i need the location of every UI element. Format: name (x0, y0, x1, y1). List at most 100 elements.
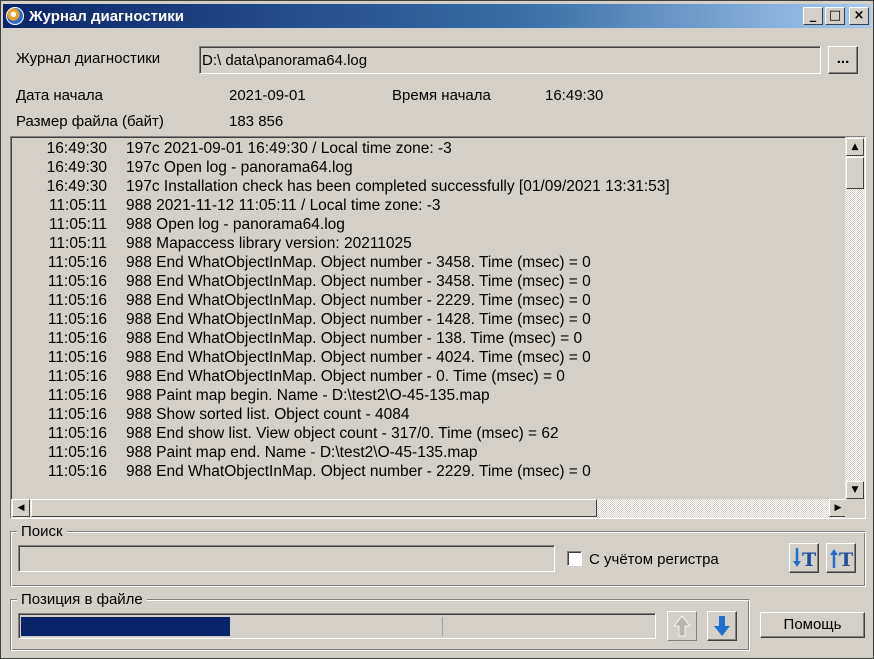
arrow-down-icon (714, 616, 730, 636)
start-time-value: 16:49:30 (545, 87, 604, 104)
log-row-time: 11:05:11 (48, 216, 107, 233)
log-row-message: 197c Installation check has been complet… (126, 178, 670, 195)
log-row-message: 988 End WhatObjectInMap. Object number -… (126, 311, 591, 328)
start-date-value: 2021-09-01 (229, 87, 306, 104)
title-bar[interactable]: Журнал диагностики _ □ × (3, 4, 871, 28)
log-row-time: 11:05:16 (47, 444, 107, 461)
diagnostics-log-window: Журнал диагностики _ □ × Журнал диагност… (0, 0, 874, 659)
file-position-fill (21, 617, 230, 636)
position-down-button[interactable] (707, 611, 737, 641)
log-row[interactable]: 16:49:30 197c 2021-09-01 16:49:30 / Local… (11, 139, 841, 158)
log-row[interactable]: 11:05:16 988 Show sorted list. Object cou… (11, 405, 841, 424)
scroll-up-icon[interactable]: ▲ (846, 138, 864, 156)
case-sensitive-checkbox[interactable] (567, 551, 582, 566)
search-group-title: Поиск (17, 523, 67, 540)
log-row[interactable]: 11:05:16 988 End WhatObjectInMap. Object … (11, 291, 841, 310)
log-row[interactable]: 11:05:11 988 2021-11-12 11:05:11 / Local … (11, 196, 841, 215)
log-row[interactable]: 11:05:16 988 End WhatObjectInMap. Object … (11, 253, 841, 272)
horizontal-scrollbar[interactable]: ◀ ▶ (11, 499, 847, 518)
log-row[interactable]: 11:05:16 988 End WhatObjectInMap. Object … (11, 310, 841, 329)
file-position-tick (442, 617, 443, 636)
log-row-message: 988 End WhatObjectInMap. Object number -… (126, 330, 583, 347)
position-up-button[interactable] (667, 611, 697, 641)
log-row-message: 988 Show sorted list. Object count - 408… (126, 406, 410, 423)
file-position-bar[interactable] (18, 613, 656, 639)
log-row-time: 11:05:16 (47, 463, 107, 480)
log-row[interactable]: 11:05:11 988 Open log - panorama64.log (11, 215, 841, 234)
log-path-label: Журнал диагностики (16, 50, 161, 67)
file-size-value: 183 856 (229, 113, 284, 130)
log-row-time: 11:05:11 (48, 197, 107, 214)
log-row-message: 197c 2021-09-01 16:49:30 / Local time zo… (126, 140, 452, 157)
log-row-time: 11:05:16 (47, 425, 107, 442)
log-row-time: 11:05:16 (47, 387, 107, 404)
log-row-message: 988 End WhatObjectInMap. Object number -… (126, 273, 591, 290)
svg-text:T: T (802, 549, 816, 571)
minimize-button[interactable]: _ (803, 7, 823, 25)
window-title: Журнал диагностики (29, 7, 184, 25)
log-row-message: 988 End WhatObjectInMap. Object number -… (126, 368, 565, 385)
log-list[interactable]: 16:49:30 197c 2021-09-01 16:49:30 / Local… (10, 136, 866, 519)
log-row-message: 988 2021-11-12 11:05:11 / Local time zon… (126, 197, 441, 214)
log-row-time: 16:49:30 (46, 178, 107, 195)
log-row[interactable]: 11:05:16 988 End show list. View object c… (11, 424, 841, 443)
log-row[interactable]: 11:05:16 988 Paint map end. Name - D:\tes… (11, 443, 841, 462)
file-size-label: Размер файла (байт) (16, 113, 164, 130)
log-row-time: 11:05:16 (47, 311, 107, 328)
log-row-message: 988 End WhatObjectInMap. Object number -… (126, 349, 591, 366)
log-path-field[interactable]: D:\ data\panorama64.log (199, 46, 821, 74)
log-row-message: 988 Paint map begin. Name - D:\test2\O-4… (126, 387, 490, 404)
log-row-time: 11:05:16 (47, 330, 107, 347)
log-row-message: 988 End WhatObjectInMap. Object number -… (126, 292, 591, 309)
log-row-time: 11:05:16 (47, 406, 107, 423)
log-row-message: 988 Open log - panorama64.log (126, 216, 345, 233)
search-down-button[interactable]: T (789, 543, 819, 573)
arrow-up-icon (673, 615, 691, 637)
log-row-message: 988 Paint map end. Name - D:\test2\O-45-… (126, 444, 478, 461)
help-button[interactable]: Помощь (760, 612, 865, 638)
log-row[interactable]: 11:05:16 988 End WhatObjectInMap. Object … (11, 329, 841, 348)
log-row-message: 197c Open log - panorama64.log (126, 159, 353, 176)
log-row-time: 11:05:16 (47, 273, 107, 290)
vertical-scroll-thumb[interactable] (846, 157, 864, 189)
log-row-time: 11:05:16 (47, 349, 107, 366)
log-row[interactable]: 16:49:30 197c Installation check has been… (11, 177, 841, 196)
search-up-icon: T (830, 549, 853, 571)
maximize-button[interactable]: □ (825, 7, 845, 25)
log-row-message: 988 Mapaccess library version: 20211025 (126, 235, 412, 252)
log-row[interactable]: 11:05:16 988 End WhatObjectInMap. Object … (11, 272, 841, 291)
app-globe-icon (6, 7, 24, 25)
browse-button[interactable]: ... (828, 46, 858, 74)
position-group-title: Позиция в файле (17, 591, 147, 608)
scroll-left-icon[interactable]: ◀ (12, 499, 30, 517)
log-row-message: 988 End WhatObjectInMap. Object number -… (126, 463, 591, 480)
log-row-time: 16:49:30 (46, 159, 107, 176)
scroll-corner (845, 499, 865, 518)
log-row-time: 11:05:16 (47, 254, 107, 271)
scroll-down-icon[interactable]: ▼ (846, 481, 864, 499)
log-row-time: 11:05:16 (47, 292, 107, 309)
log-row[interactable]: 11:05:16 988 End WhatObjectInMap. Object … (11, 348, 841, 367)
log-path-value: D:\ data\panorama64.log (202, 52, 368, 69)
close-button[interactable]: × (849, 7, 869, 25)
log-row[interactable]: 16:49:30 197c Open log - panorama64.log (11, 158, 841, 177)
log-row[interactable]: 11:05:11 988 Mapaccess library version: 2… (11, 234, 841, 253)
log-row-time: 11:05:11 (48, 235, 107, 252)
log-row-time: 16:49:30 (46, 140, 107, 157)
search-input[interactable] (18, 545, 555, 572)
case-sensitive-label: С учётом регистра (589, 551, 719, 568)
start-date-label: Дата начала (16, 87, 103, 104)
log-row-message: 988 End WhatObjectInMap. Object number -… (126, 254, 591, 271)
log-lines: 16:49:30 197c 2021-09-01 16:49:30 / Local… (11, 139, 841, 481)
log-row[interactable]: 11:05:16 988 End WhatObjectInMap. Object … (11, 462, 841, 481)
log-row-message: 988 End show list. View object count - 3… (126, 425, 559, 442)
search-down-icon: T (793, 548, 816, 571)
search-up-button[interactable]: T (826, 543, 856, 573)
svg-text:T: T (839, 549, 853, 571)
horizontal-scroll-thumb[interactable] (31, 499, 597, 517)
log-row[interactable]: 11:05:16 988 Paint map begin. Name - D:\t… (11, 386, 841, 405)
log-row-time: 11:05:16 (47, 368, 107, 385)
start-time-label: Время начала (392, 87, 491, 104)
vertical-scrollbar[interactable]: ▲ ▼ (845, 137, 865, 499)
log-row[interactable]: 11:05:16 988 End WhatObjectInMap. Object … (11, 367, 841, 386)
